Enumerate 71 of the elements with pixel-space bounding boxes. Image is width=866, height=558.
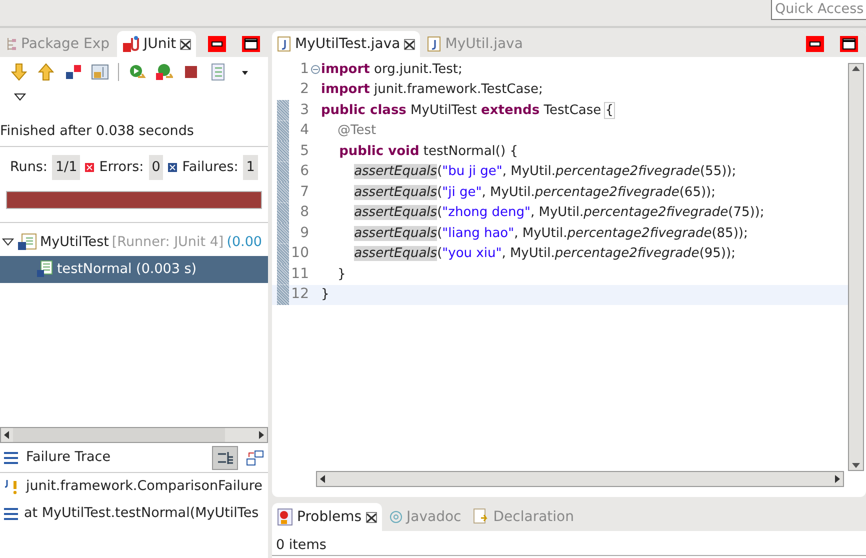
horizontal-scrollbar[interactable] — [316, 471, 844, 487]
code-line: @Test — [336, 122, 376, 140]
close-icon[interactable] — [180, 38, 192, 50]
maximize-button[interactable] — [840, 36, 858, 52]
counter-value: 1/1 — [52, 155, 80, 180]
code-line: assertEquals("liang hao", MyUtil.percentage2fivegrade(85)); — [353, 224, 748, 242]
minimize-button[interactable] — [806, 36, 824, 52]
close-icon[interactable] — [366, 512, 377, 522]
down-arrow-icon[interactable] — [851, 460, 861, 470]
code-line: import org.junit.Test; — [321, 60, 462, 78]
history-icon[interactable] — [209, 63, 227, 81]
java-file-icon — [277, 36, 291, 52]
failures-only-icon[interactable] — [64, 63, 82, 81]
code-line: } — [321, 286, 330, 304]
code-line: assertEquals("bu ji ge", MyUtil.percentage2fivegrade(55)); — [353, 163, 736, 181]
code-line: assertEquals("ji ge", MyUtil.percentage2fivegrade(65)); — [353, 184, 716, 202]
rerun-failed-icon[interactable] — [155, 63, 173, 81]
tab[interactable]: MyUtilTest.java — [272, 31, 420, 57]
code-line: } — [336, 266, 346, 284]
code-line: assertEquals("zhong deng", MyUtil.percentage2fivegrade(75)); — [353, 204, 764, 222]
tree-item[interactable]: MyUtilTest [Runner: JUnit 4] (0.00 — [0, 228, 268, 256]
view-menu-icon[interactable] — [14, 93, 26, 102]
list-icon — [4, 508, 18, 520]
close-icon[interactable] — [404, 38, 416, 50]
counter-label: Failures: — [182, 158, 238, 178]
counter-value: 1 — [243, 155, 258, 180]
test-case-icon — [36, 260, 54, 278]
status-text: Finished after 0.038 seconds — [0, 111, 268, 146]
declaration-icon — [473, 508, 490, 526]
tab[interactable]: JUnit — [116, 31, 196, 57]
minimize-button[interactable] — [208, 36, 226, 52]
filter-trace-button[interactable] — [212, 446, 238, 470]
list-icon — [4, 452, 18, 464]
scroll-lock-icon[interactable] — [91, 63, 109, 81]
junit-icon — [122, 35, 140, 53]
code-line: public void testNormal() { — [338, 142, 518, 160]
quick-access-field[interactable]: Quick Access — [771, 0, 866, 20]
maximize-button[interactable] — [242, 36, 260, 52]
tree-item[interactable]: testNormal (0.003 s) — [0, 256, 268, 282]
maximize-icon — [244, 38, 258, 50]
counter-value: 0 — [148, 155, 164, 180]
minimize-icon — [809, 41, 821, 47]
problems-summary: 0 items — [272, 531, 866, 556]
trace-line[interactable]: junit.framework.ComparisonFailure — [0, 473, 268, 500]
code-line: import junit.framework.TestCase; — [321, 81, 543, 99]
expanded-icon — [2, 237, 14, 247]
code-line: public class MyUtilTest extends TestCase { — [321, 102, 614, 120]
counter-label: Errors: — [99, 158, 144, 178]
tab[interactable]: Problems — [272, 503, 382, 531]
failure-icon — [168, 163, 178, 172]
next-failure-icon[interactable] — [10, 63, 28, 81]
java-file-icon — [427, 36, 442, 52]
compare-icon[interactable] — [246, 448, 264, 466]
line-number: 2 — [299, 80, 310, 100]
trace-line[interactable]: at MyUtilTest.testNormal(MyUtilTes — [0, 500, 268, 527]
maximize-icon — [842, 38, 856, 50]
error-icon — [85, 163, 94, 172]
test-suite-icon — [17, 233, 37, 251]
up-arrow-icon[interactable] — [851, 64, 861, 74]
failure-trace-title: Failure Trace — [26, 448, 112, 468]
vertical-scrollbar[interactable] — [848, 63, 864, 471]
tree-icon — [5, 37, 17, 51]
at-icon — [388, 510, 403, 524]
rerun-icon[interactable] — [128, 63, 146, 81]
horizontal-scrollbar[interactable] — [0, 427, 268, 443]
minimize-icon — [211, 41, 223, 47]
problems-icon — [277, 508, 293, 526]
code-line: assertEquals("you xiu", MyUtil.percentage2fivegrade(95)); — [353, 245, 736, 263]
stop-icon[interactable] — [182, 63, 200, 81]
counter-label: Runs: — [10, 158, 48, 178]
previous-failure-icon[interactable] — [37, 63, 55, 81]
